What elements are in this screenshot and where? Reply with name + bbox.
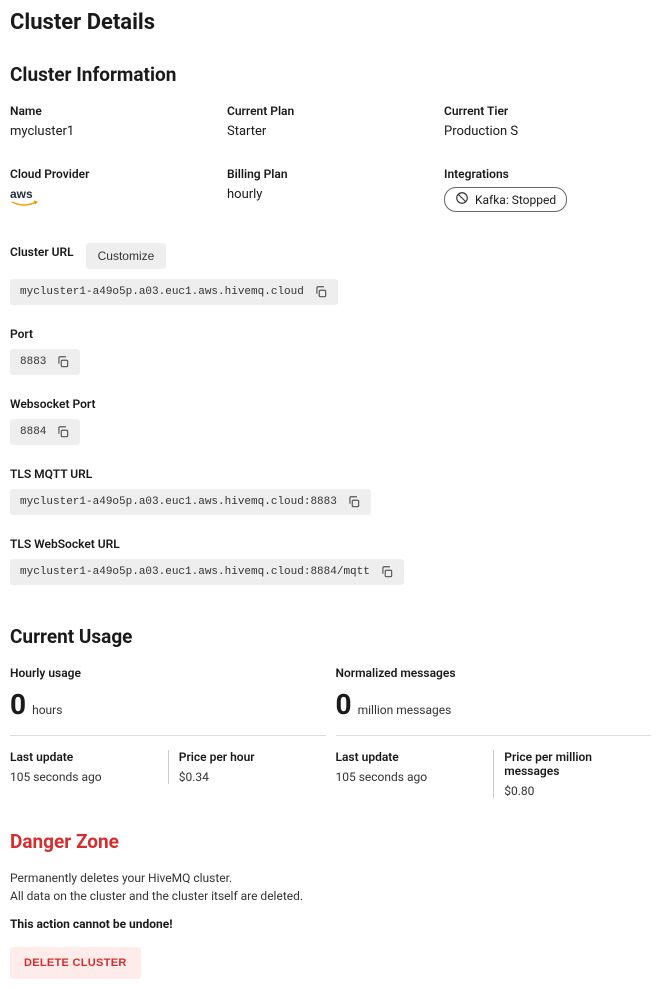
usage-section: Current Usage Hourly usage 0 hours Last … xyxy=(10,625,651,798)
info-integrations: Integrations Kafka: Stopped xyxy=(444,167,651,213)
copy-icon[interactable] xyxy=(380,565,394,579)
websocket-port-value: 8884 xyxy=(20,426,46,438)
port-value: 8883 xyxy=(20,356,46,368)
cluster-url-value: mycluster1-a49o5p.a03.euc1.aws.hivemq.cl… xyxy=(20,286,304,298)
hourly-price: Price per hour $0.34 xyxy=(168,750,326,784)
messages-price-value: $0.80 xyxy=(504,784,641,798)
info-billing-plan-label: Billing Plan xyxy=(227,167,434,181)
info-billing-plan-value: hourly xyxy=(227,187,434,202)
port-box: 8883 xyxy=(10,349,80,375)
tls-websocket-url-value: mycluster1-a49o5p.a03.euc1.aws.hivemq.cl… xyxy=(20,566,370,578)
messages-price: Price per million messages $0.80 xyxy=(493,750,651,798)
port-label: Port xyxy=(10,327,651,341)
copy-icon[interactable] xyxy=(56,355,70,369)
info-current-plan-label: Current Plan xyxy=(227,104,434,118)
messages-usage-value: 0 xyxy=(336,688,352,721)
hourly-usage-title: Hourly usage xyxy=(10,666,326,680)
page-title: Cluster Details xyxy=(10,10,651,35)
integration-kafka-badge: Kafka: Stopped xyxy=(444,187,567,212)
info-current-plan: Current Plan Starter xyxy=(227,104,434,139)
cluster-info-grid: Name mycluster1 Current Plan Starter Cur… xyxy=(10,104,651,213)
info-cloud-provider-label: Cloud Provider xyxy=(10,167,217,181)
info-integrations-label: Integrations xyxy=(444,167,651,181)
customize-button[interactable]: Customize xyxy=(86,243,167,269)
tls-mqtt-url-label: TLS MQTT URL xyxy=(10,467,651,481)
info-current-tier-label: Current Tier xyxy=(444,104,651,118)
cluster-url-block: Cluster URL Customize mycluster1-a49o5p.… xyxy=(10,243,651,323)
messages-last-update: Last update 105 seconds ago xyxy=(336,750,494,798)
aws-logo-icon: aws xyxy=(10,187,217,213)
websocket-port-block: Websocket Port 8884 xyxy=(10,397,651,463)
hourly-price-value: $0.34 xyxy=(179,770,316,784)
usage-heading: Current Usage xyxy=(10,625,651,648)
tls-websocket-url-box: mycluster1-a49o5p.a03.euc1.aws.hivemq.cl… xyxy=(10,559,404,585)
info-cloud-provider: Cloud Provider aws xyxy=(10,167,217,213)
danger-heading: Danger Zone xyxy=(10,830,651,853)
danger-warning: This action cannot be undone! xyxy=(10,917,651,931)
hourly-last-update: Last update 105 seconds ago xyxy=(10,750,168,784)
port-block: Port 8883 xyxy=(10,327,651,393)
danger-zone: Danger Zone Permanently deletes your Hiv… xyxy=(10,830,651,979)
hourly-last-update-value: 105 seconds ago xyxy=(10,770,158,784)
tls-mqtt-url-box: mycluster1-a49o5p.a03.euc1.aws.hivemq.cl… xyxy=(10,489,371,515)
messages-usage-unit: million messages xyxy=(358,703,452,717)
messages-last-update-label: Last update xyxy=(336,750,484,764)
info-name-value: mycluster1 xyxy=(10,124,217,139)
stopped-icon xyxy=(455,191,469,208)
hourly-usage-unit: hours xyxy=(32,703,62,717)
tls-websocket-url-block: TLS WebSocket URL mycluster1-a49o5p.a03.… xyxy=(10,537,651,603)
tls-websocket-url-label: TLS WebSocket URL xyxy=(10,537,651,551)
hourly-usage-block: Hourly usage 0 hours Last update 105 sec… xyxy=(10,666,326,798)
messages-price-label: Price per million messages xyxy=(504,750,641,778)
copy-icon[interactable] xyxy=(56,425,70,439)
messages-last-update-value: 105 seconds ago xyxy=(336,770,484,784)
websocket-port-box: 8884 xyxy=(10,419,80,445)
info-current-tier: Current Tier Production S xyxy=(444,104,651,139)
integration-kafka-text: Kafka: Stopped xyxy=(475,193,556,207)
messages-usage-title: Normalized messages xyxy=(336,666,652,680)
websocket-port-label: Websocket Port xyxy=(10,397,651,411)
danger-text-1: Permanently deletes your HiveMQ cluster. xyxy=(10,871,651,885)
info-name-label: Name xyxy=(10,104,217,118)
cluster-info-heading: Cluster Information xyxy=(10,63,651,86)
hourly-last-update-label: Last update xyxy=(10,750,158,764)
info-current-plan-value: Starter xyxy=(227,124,434,139)
cluster-url-label: Cluster URL xyxy=(10,245,74,259)
tls-mqtt-url-block: TLS MQTT URL mycluster1-a49o5p.a03.euc1.… xyxy=(10,467,651,533)
info-current-tier-value: Production S xyxy=(444,124,651,139)
hourly-price-label: Price per hour xyxy=(179,750,316,764)
tls-mqtt-url-value: mycluster1-a49o5p.a03.euc1.aws.hivemq.cl… xyxy=(20,496,337,508)
danger-text-2: All data on the cluster and the cluster … xyxy=(10,889,651,903)
info-billing-plan: Billing Plan hourly xyxy=(227,167,434,213)
svg-text:aws: aws xyxy=(10,187,33,201)
delete-cluster-button[interactable]: DELETE CLUSTER xyxy=(10,947,141,979)
messages-usage-block: Normalized messages 0 million messages L… xyxy=(336,666,652,798)
copy-icon[interactable] xyxy=(314,285,328,299)
cluster-url-box: mycluster1-a49o5p.a03.euc1.aws.hivemq.cl… xyxy=(10,279,338,305)
copy-icon[interactable] xyxy=(347,495,361,509)
hourly-usage-value: 0 xyxy=(10,688,26,721)
info-name: Name mycluster1 xyxy=(10,104,217,139)
